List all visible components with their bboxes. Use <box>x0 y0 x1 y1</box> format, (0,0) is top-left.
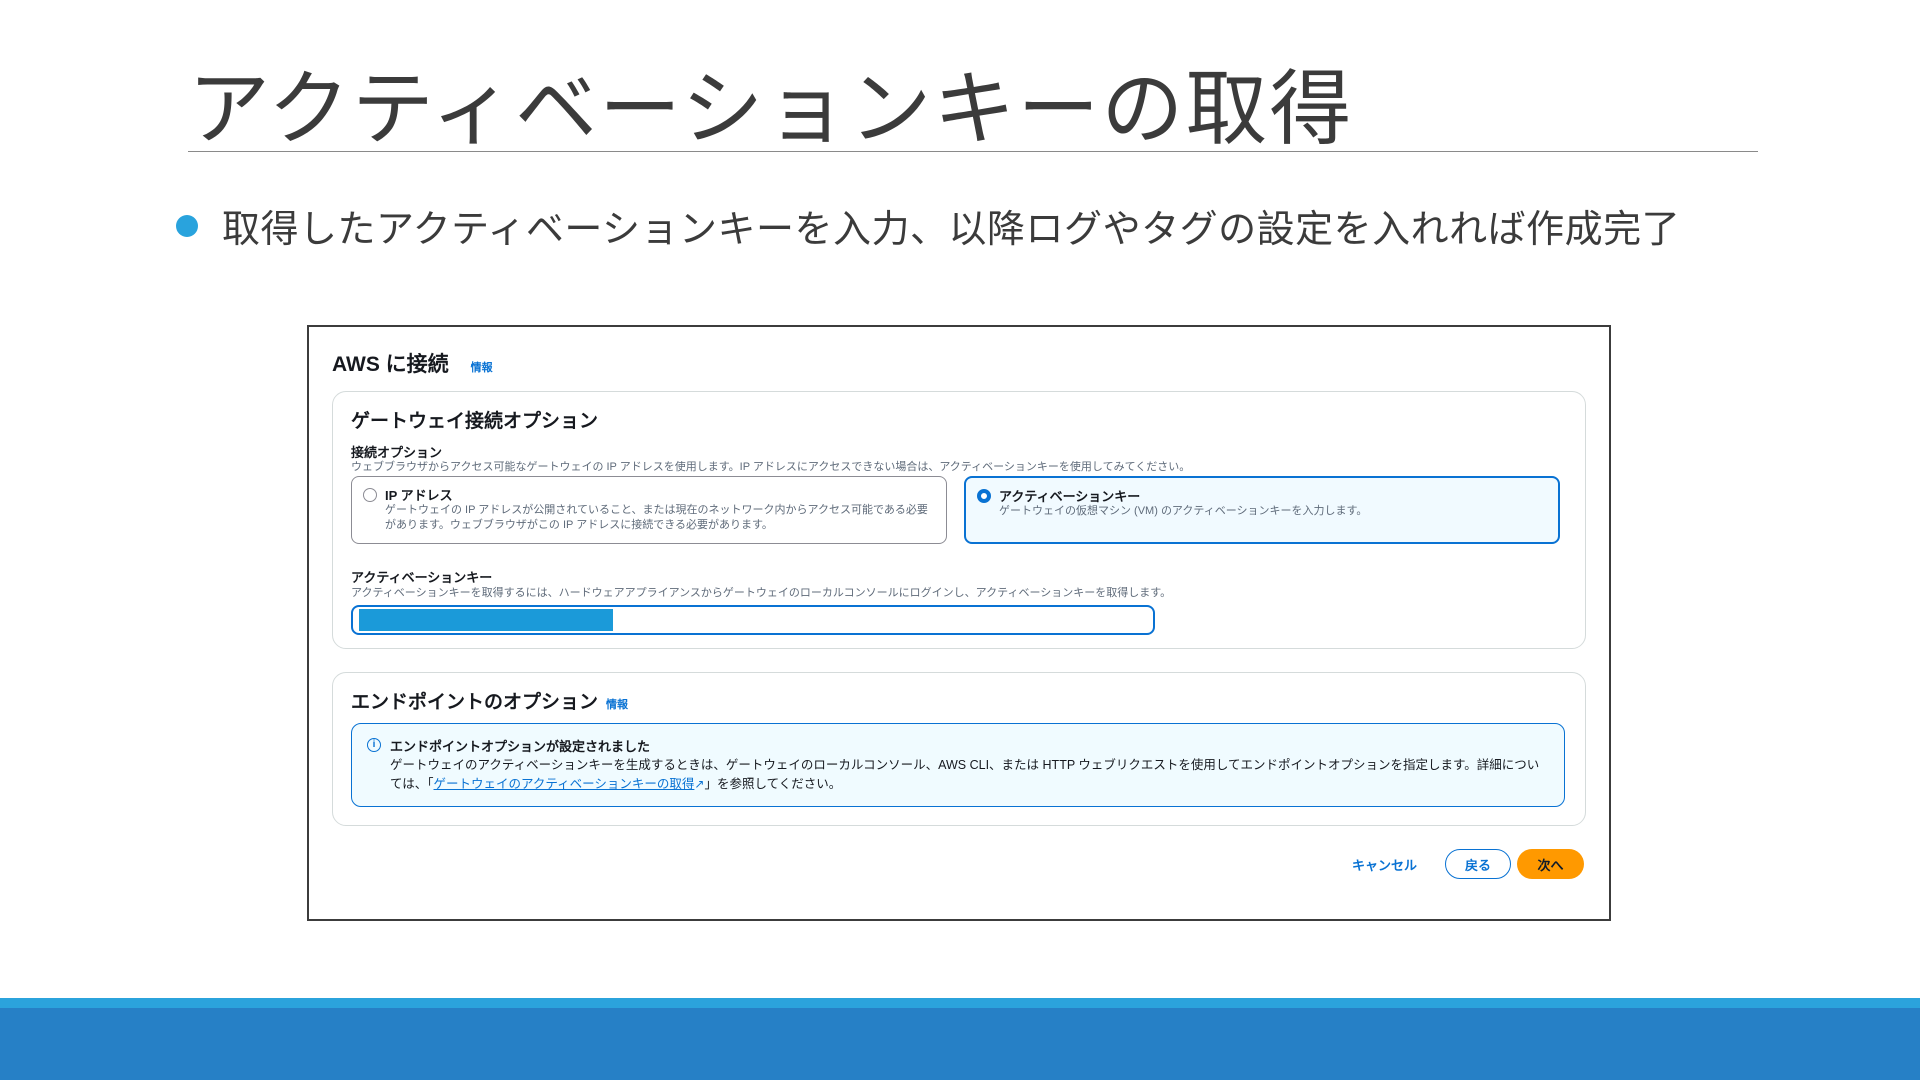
action-buttons: キャンセル 戻る 次へ <box>1352 849 1584 879</box>
bullet-dot-icon <box>176 214 198 237</box>
back-button[interactable]: 戻る <box>1445 849 1511 879</box>
ip-address-option-description: ゲートウェイの IP アドレスが公開されていること、または現在のネットワーク内か… <box>385 504 928 531</box>
ip-address-option[interactable]: IP アドレス ゲートウェイの IP アドレスが公開されていること、または現在の… <box>351 476 947 544</box>
activation-key-description: アクティベーションキーを取得するには、ハードウェアアプライアンスからゲートウェイ… <box>351 587 1172 599</box>
bullet-text: 取得したアクティベーションキーを入力、以降ログやタグの設定を入れれば作成完了 <box>222 207 1681 251</box>
footer-accent-bar <box>0 998 1920 1008</box>
page-title: AWS に接続 <box>332 353 449 376</box>
activation-key-doc-link[interactable]: ゲートウェイのアクティベーションキーの取得 <box>434 777 695 791</box>
slide-title: アクティベーションキーの取得 <box>188 62 1354 157</box>
external-link-icon: ↗ <box>694 777 705 791</box>
next-button[interactable]: 次へ <box>1517 849 1584 879</box>
gateway-connection-panel: ゲートウェイ接続オプション 接続オプション ウェブブラウザからアクセス可能なゲー… <box>332 391 1586 649</box>
redacted-key-mask <box>359 609 613 631</box>
info-circle-icon: i <box>367 738 381 752</box>
activation-key-input[interactable] <box>351 605 1155 635</box>
aws-console-screenshot: AWS に接続 情報 ゲートウェイ接続オプション 接続オプション ウェブブラウザ… <box>307 325 1611 921</box>
endpoint-info-alert: i エンドポイントオプションが設定されました ゲートウェイのアクティベーションキ… <box>351 723 1565 807</box>
endpoint-options-panel: エンドポイントのオプション 情報 i エンドポイントオプションが設定されました … <box>332 672 1586 826</box>
activation-key-option-description: ゲートウェイの仮想マシン (VM) のアクティベーションキーを入力します。 <box>999 505 1368 517</box>
alert-body: ゲートウェイのアクティベーションキーを生成するときは、ゲートウェイのローカルコン… <box>390 756 1550 794</box>
activation-key-option-title: アクティベーションキー <box>999 489 1141 504</box>
endpoint-options-heading: エンドポイントのオプション <box>351 692 599 713</box>
ip-address-radio[interactable] <box>363 488 377 502</box>
activation-key-radio[interactable] <box>977 489 991 503</box>
alert-body-suffix: 」を参照してください。 <box>704 777 842 791</box>
aws-header: AWS に接続 情報 <box>332 348 493 378</box>
ip-address-option-title: IP アドレス <box>385 488 453 503</box>
gateway-connection-heading: ゲートウェイ接続オプション <box>351 411 599 432</box>
endpoint-info-link[interactable]: 情報 <box>606 696 628 712</box>
footer-bar <box>0 1008 1920 1080</box>
bullet-item: 取得したアクティベーションキーを入力、以降ログやタグの設定を入れれば作成完了 <box>176 198 1680 253</box>
activation-key-option[interactable]: アクティベーションキー ゲートウェイの仮想マシン (VM) のアクティベーション… <box>964 476 1560 544</box>
connection-option-description: ウェブブラウザからアクセス可能なゲートウェイの IP アドレスを使用します。IP… <box>351 461 1191 473</box>
cancel-button[interactable]: キャンセル <box>1352 855 1417 874</box>
title-divider <box>188 151 1758 152</box>
alert-title: エンドポイントオプションが設定されました <box>390 739 651 754</box>
endpoint-options-heading-row: エンドポイントのオプション 情報 <box>351 687 628 714</box>
info-link[interactable]: 情報 <box>471 359 493 375</box>
